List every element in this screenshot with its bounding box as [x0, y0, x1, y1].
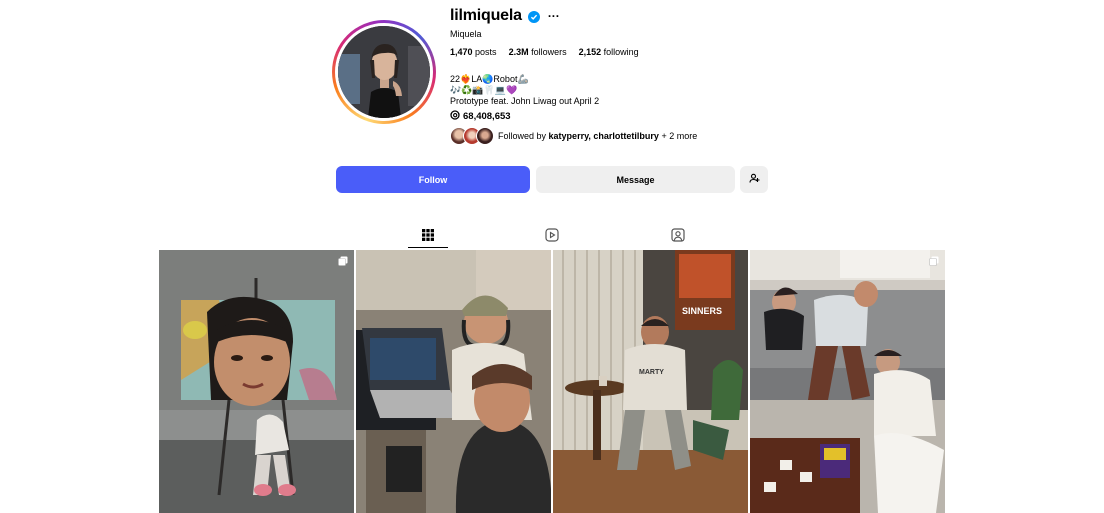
reels-icon: [545, 227, 559, 247]
followed-by-more: + 2 more: [661, 131, 698, 141]
full-name: Miquela: [450, 29, 482, 39]
follow-button[interactable]: Follow: [336, 166, 530, 193]
profile-stats: 1,470 posts 2.3M followers 2,152 followi…: [450, 47, 810, 57]
grid-icon: [422, 228, 434, 246]
message-button[interactable]: Message: [536, 166, 735, 193]
followed-by-names: katyperry, charlottetilbury: [548, 131, 659, 141]
post-image-3: SINNERS MARTY: [553, 250, 748, 513]
add-person-icon: [748, 173, 760, 186]
threads-icon: [450, 110, 460, 123]
mutual-avatar-3: [476, 127, 494, 145]
profile-avatar-ring[interactable]: [332, 20, 436, 124]
post-tile-3[interactable]: SINNERS MARTY: [553, 250, 748, 513]
carousel-icon: [929, 256, 939, 266]
followers-count: 2.3M: [508, 47, 529, 57]
posts-count: 1,470: [450, 47, 473, 57]
profile-header: lilmiquela ··· Miquela 1,470 posts 2.3M …: [450, 6, 810, 145]
posts-label: posts: [475, 47, 497, 57]
bio-line-2: 🎶♻️📸🦷💻💜: [450, 85, 518, 95]
verified-badge-icon: [527, 10, 540, 23]
post-tile-1[interactable]: [159, 250, 354, 513]
followed-by[interactable]: Followed by katyperry, charlottetilbury …: [450, 127, 810, 145]
tab-tagged[interactable]: [658, 226, 698, 248]
tagged-icon: [671, 227, 685, 247]
bio: 22❤️‍🔥LA🌏Robot🦾 🎶♻️📸🦷💻💜 Prototype feat. …: [450, 74, 810, 107]
threads-badge[interactable]: 68,408,653: [450, 110, 810, 123]
posts-stat: 1,470 posts: [450, 47, 497, 57]
followed-by-text: Followed by katyperry, charlottetilbury …: [498, 131, 697, 141]
post-tile-4[interactable]: [750, 250, 945, 513]
svg-text:SINNERS: SINNERS: [682, 306, 722, 316]
followers-stat[interactable]: 2.3M followers: [509, 47, 567, 57]
post-image-2: [356, 250, 551, 513]
following-stat[interactable]: 2,152 following: [579, 47, 639, 57]
suggested-accounts-button[interactable]: [740, 166, 768, 193]
username: lilmiquela: [450, 7, 522, 24]
tab-reels[interactable]: [532, 226, 572, 248]
more-options-icon[interactable]: ···: [548, 10, 560, 22]
svg-text:MARTY: MARTY: [639, 369, 664, 376]
threads-count: 68,408,653: [463, 111, 511, 122]
profile-avatar: [338, 26, 430, 118]
posts-grid: SINNERS MARTY: [159, 250, 946, 513]
post-image-1: [159, 250, 354, 513]
following-label: following: [603, 47, 639, 57]
profile-avatar-frame: [335, 23, 433, 121]
followers-label: followers: [531, 47, 567, 57]
name-row: lilmiquela ···: [450, 6, 810, 26]
bio-line-1: 22❤️‍🔥LA🌏Robot🦾: [450, 74, 529, 84]
profile-tabs: [408, 226, 698, 248]
followed-by-prefix: Followed by: [498, 131, 547, 141]
following-count: 2,152: [578, 47, 602, 57]
carousel-icon: [338, 256, 348, 266]
post-image-4: [750, 250, 945, 513]
post-tile-2[interactable]: [356, 250, 551, 513]
tab-posts[interactable]: [408, 226, 448, 248]
bio-line-3: Prototype feat. John Liwag out April 2: [450, 96, 600, 106]
